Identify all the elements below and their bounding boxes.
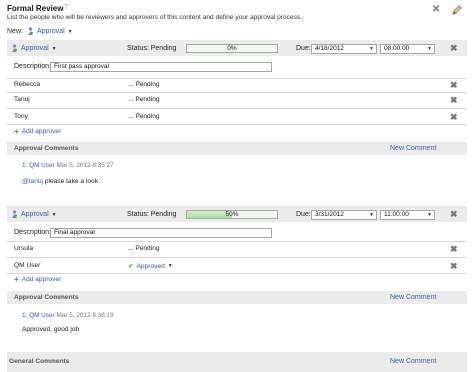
approver-name: Tony	[14, 113, 28, 120]
approval-2-type-dropdown[interactable]: Approval ▼	[11, 210, 57, 219]
check-icon: ✓	[128, 263, 134, 270]
comment-meta: 1: QM User Mar 5, 2012 8:38:19	[22, 312, 114, 319]
due-date-value: 3/31/2012	[315, 211, 344, 218]
new-approval-dropdown[interactable]: Approval ▼	[27, 27, 73, 36]
help-icon[interactable]: ?	[64, 4, 68, 11]
divider	[7, 108, 467, 109]
divider	[7, 257, 467, 258]
chevron-down-icon: ▼	[67, 28, 73, 35]
add-approver-1-link[interactable]: + Add approver	[14, 127, 61, 136]
chevron-down-icon: ▼	[167, 263, 173, 269]
plus-icon: +	[14, 275, 19, 284]
approver-name: Ursula	[14, 245, 34, 252]
comment-body: @tanuj please take a look	[22, 178, 98, 185]
approval-2-description-input[interactable]: Final approval	[50, 228, 272, 238]
general-comments-title: General Comments	[9, 358, 70, 365]
approver-status: Approved	[136, 262, 165, 270]
chevron-down-icon: ▼	[369, 46, 374, 52]
chevron-down-icon: ▼	[427, 46, 432, 52]
comments-title: Approval Comments	[14, 145, 79, 152]
approval-person-icon	[28, 27, 34, 35]
approval-person-icon	[12, 210, 18, 218]
page-subtitle: List the people who will be reviewers an…	[7, 14, 303, 21]
approver-status: ... Pending	[128, 245, 160, 252]
new-label: New:	[7, 28, 23, 35]
approval-2-type-label: Approval	[21, 211, 49, 218]
delete-approver-icon[interactable]: ✖	[450, 95, 458, 106]
delete-approver-icon[interactable]: ✖	[450, 244, 458, 255]
add-approver-2-link[interactable]: + Add approver	[14, 275, 61, 284]
approval-person-icon	[12, 44, 18, 52]
edit-icon[interactable]	[451, 4, 463, 18]
delete-approver-icon[interactable]: ✖	[450, 261, 458, 272]
page-title: Formal Review	[7, 4, 64, 13]
divider	[7, 273, 467, 274]
progress-label: 50%	[225, 211, 239, 218]
approver-name: QM User	[14, 262, 41, 269]
plus-icon: +	[14, 127, 19, 136]
new-comment-link[interactable]: New Comment	[390, 145, 436, 152]
comment-author[interactable]: 1: QM User	[22, 162, 55, 169]
chevron-down-icon: ▼	[51, 211, 57, 218]
divider	[7, 241, 467, 242]
delete-approval-1-icon[interactable]: ✖	[450, 43, 458, 54]
comment-author[interactable]: 1: QM User	[22, 312, 55, 319]
chevron-down-icon: ▼	[427, 212, 432, 218]
general-new-comment-link[interactable]: New Comment	[390, 358, 436, 365]
comments-title: Approval Comments	[14, 294, 79, 301]
approval-1-type-dropdown[interactable]: Approval ▼	[11, 44, 57, 53]
delete-approver-icon[interactable]: ✖	[450, 80, 458, 91]
comment-text: please take a look	[43, 178, 98, 185]
approval-1-description-input[interactable]: First pass approval	[50, 62, 272, 72]
approver-status: ... Pending	[128, 113, 160, 120]
add-approver-label: Add approver	[21, 276, 62, 283]
chevron-down-icon: ▼	[51, 45, 57, 52]
comment-mention[interactable]: @tanuj	[22, 178, 43, 185]
approval-2-due-date[interactable]: 3/31/2012 ▼	[311, 210, 377, 220]
comment-text: Approved, good job	[22, 326, 80, 333]
add-approver-label: Add approver	[21, 128, 62, 135]
close-icon[interactable]: ✕	[432, 5, 440, 15]
approval-1-due-time[interactable]: 08:00:00 ▼	[380, 44, 435, 54]
divider	[7, 78, 467, 79]
approver-status: ... Pending	[128, 96, 160, 103]
comment-meta: 1: QM User Mar 5, 2012 8:35:27	[22, 162, 114, 169]
description-label: Description:	[14, 229, 51, 236]
progress-label: 0%	[227, 45, 237, 52]
approver-status-dropdown[interactable]: ✓ Approved ▼	[128, 262, 173, 271]
approval-2-progress-bar: 50%	[186, 210, 278, 219]
description-value: First pass approval	[54, 63, 109, 70]
due-label: Due:	[296, 211, 311, 218]
approval-2-due-time[interactable]: 11:00:00 ▼	[380, 210, 435, 220]
delete-approver-icon[interactable]: ✖	[450, 112, 458, 123]
description-label: Description:	[14, 63, 51, 70]
delete-approval-2-icon[interactable]: ✖	[450, 209, 458, 220]
approval-1-due-date[interactable]: 4/18/2012 ▼	[311, 44, 377, 54]
due-label: Due:	[296, 45, 311, 52]
approver-name: Tanuj	[14, 96, 30, 103]
comment-date: Mar 5, 2012 8:38:19	[56, 312, 114, 319]
new-type-label: Approval	[37, 28, 65, 35]
divider	[7, 92, 467, 93]
approver-status: ... Pending	[128, 81, 160, 88]
new-comment-link[interactable]: New Comment	[390, 294, 436, 301]
description-value: Final approval	[54, 229, 95, 236]
approval-1-progress-bar: 0%	[186, 44, 278, 53]
due-time-value: 08:00:00	[384, 45, 410, 52]
approval-1-status: Status: Pending	[127, 45, 177, 52]
approval-1-type-label: Approval	[21, 45, 49, 52]
divider	[7, 124, 467, 125]
due-date-value: 4/18/2012	[315, 45, 344, 52]
approval-2-status: Status: Pending	[127, 211, 177, 218]
chevron-down-icon: ▼	[369, 212, 374, 218]
due-time-value: 11:00:00	[384, 211, 409, 218]
approver-name: Rebecca	[14, 81, 41, 88]
comment-date: Mar 5, 2012 8:35:27	[56, 162, 114, 169]
